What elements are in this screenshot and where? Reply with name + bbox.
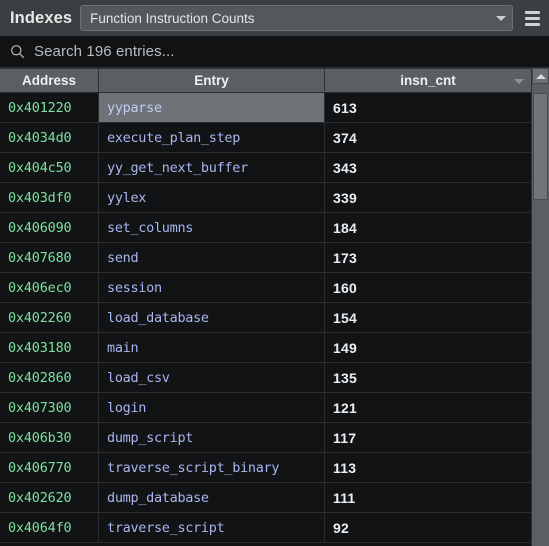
vertical-scrollbar[interactable] [531,68,549,546]
cell-address: 0x402260 [0,303,99,332]
cell-address: 0x406770 [0,453,99,482]
index-viewer-window: Indexes Function Instruction Counts Sear… [0,0,549,546]
column-header-address[interactable]: Address [0,69,99,92]
menu-line-2 [524,16,540,20]
cell-insn-cnt: 184 [333,219,357,236]
column-header-insn-cnt-label: insn_cnt [400,73,456,88]
cell-entry[interactable]: session [99,273,325,302]
cell-entry[interactable]: execute_plan_step [99,123,325,152]
menu-line-3 [524,22,540,26]
table-header-row: Address Entry insn_cnt [0,68,531,93]
cell-entry[interactable]: set_columns [99,213,325,242]
scroll-up-arrow-icon[interactable] [532,68,549,84]
column-header-entry[interactable]: Entry [99,69,325,92]
cell-insn-cnt: 117 [333,429,357,446]
index-select-value: Function Instruction Counts [90,10,255,26]
table: Address Entry insn_cnt 0x401220 yyparse 61… [0,68,531,546]
table-body: 0x401220 yyparse 613 0x4034d0 execute_plan_s… [0,93,531,546]
column-header-insn-cnt[interactable]: insn_cnt [325,69,531,92]
table-row[interactable]: 0x407300 login 121 [0,393,531,423]
cell-insn-cnt: 374 [333,129,357,146]
table-row[interactable]: 0x403df0 yylex 339 [0,183,531,213]
table-row[interactable]: 0x406090 set_columns 184 [0,213,531,243]
cell-entry[interactable]: yy_get_next_buffer [99,153,325,182]
page-title: Indexes [10,8,73,27]
cell-address: 0x4064f0 [0,513,99,542]
table-row[interactable]: 0x404c50 yy_get_next_buffer 343 [0,153,531,183]
cell-insn-cnt: 121 [333,399,357,416]
cell-address: 0x4034d0 [0,123,99,152]
cell-address: 0x401220 [0,93,99,122]
cell-entry[interactable]: load_database [99,303,325,332]
cell-address: 0x402620 [0,483,99,512]
cell-entry[interactable]: traverse_script_binary [99,453,325,482]
table-row[interactable]: 0x402860 load_csv 135 [0,363,531,393]
table-row[interactable]: 0x406ec0 session 160 [0,273,531,303]
table-row[interactable]: 0x402260 load_database 154 [0,303,531,333]
table-row[interactable]: 0x4034d0 execute_plan_step 374 [0,123,531,153]
cell-entry[interactable]: yylex [99,183,325,212]
index-select-dropdown[interactable]: Function Instruction Counts [80,5,513,31]
chevron-down-icon [496,15,506,21]
cell-insn-cnt: 173 [333,249,357,266]
cell-insn-cnt: 343 [333,159,357,176]
cell-insn-cnt: 613 [333,99,357,116]
table-row[interactable]: 0x4064f0 traverse_script 92 [0,513,531,543]
cell-address: 0x407300 [0,393,99,422]
hamburger-menu-icon[interactable] [521,5,543,31]
cell-entry[interactable]: dump_database [99,483,325,512]
cell-insn-cnt: 149 [333,339,357,356]
top-toolbar: Indexes Function Instruction Counts [0,0,549,36]
cell-entry[interactable]: login [99,393,325,422]
cell-entry[interactable]: main [99,333,325,362]
cell-address: 0x403df0 [0,183,99,212]
table-row[interactable]: 0x403180 main 149 [0,333,531,363]
search-input[interactable]: Search 196 entries... [34,43,175,60]
cell-insn-cnt: 92 [333,519,349,536]
cell-entry[interactable]: yyparse [99,93,325,122]
table-row[interactable]: 0x406770 traverse_script_binary 113 [0,453,531,483]
table-container: Address Entry insn_cnt 0x401220 yyparse 61… [0,68,549,546]
cell-address: 0x406ec0 [0,273,99,302]
cell-insn-cnt: 135 [333,369,357,386]
cell-insn-cnt: 339 [333,189,357,206]
scrollbar-track[interactable] [532,84,549,546]
scroll-up-triangle [535,73,546,79]
cell-entry[interactable]: send [99,243,325,272]
cell-address: 0x407680 [0,243,99,272]
scrollbar-thumb[interactable] [533,93,548,200]
cell-address: 0x406090 [0,213,99,242]
cell-entry[interactable]: dump_script [99,423,325,452]
cell-entry[interactable]: traverse_script [99,513,325,542]
cell-insn-cnt: 154 [333,309,357,326]
cell-address: 0x402860 [0,363,99,392]
cell-insn-cnt: 113 [333,459,357,476]
menu-line-1 [524,10,540,14]
cell-insn-cnt: 111 [333,489,356,506]
cell-insn-cnt: 160 [333,279,357,296]
column-header-address-label: Address [21,73,77,88]
table-row[interactable]: 0x401220 yyparse 613 [0,93,531,123]
search-bar[interactable]: Search 196 entries... [0,36,549,68]
table-row[interactable]: 0x407680 send 173 [0,243,531,273]
cell-entry[interactable]: load_csv [99,363,325,392]
search-icon [11,45,25,59]
cell-address: 0x406b30 [0,423,99,452]
table-row[interactable]: 0x402620 dump_database 111 [0,483,531,513]
table-row[interactable]: 0x406b30 dump_script 117 [0,423,531,453]
sort-descending-caret-icon[interactable] [514,78,524,84]
cell-address: 0x404c50 [0,153,99,182]
cell-address: 0x403180 [0,333,99,362]
column-header-entry-label: Entry [194,73,229,88]
